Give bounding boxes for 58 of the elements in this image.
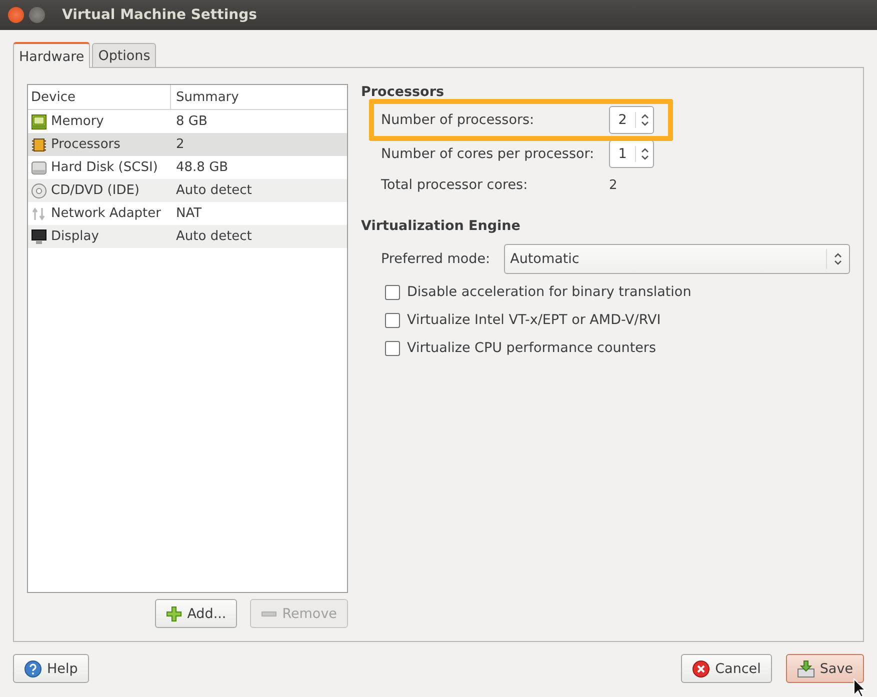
chip-icon — [31, 114, 47, 130]
tab[interactable]: Options — [92, 43, 156, 67]
help-button[interactable]: Help — [13, 654, 89, 683]
checkbox-label: Virtualize CPU performance counters — [407, 340, 656, 356]
close-button[interactable] — [8, 7, 24, 23]
spin-field[interactable]: 2 — [609, 106, 654, 134]
device-summary: NAT — [175, 206, 202, 221]
checkbox[interactable] — [385, 284, 400, 300]
column-header: Device — [28, 85, 171, 109]
device-row[interactable]: Hard Disk (SCSI) 48.8 GB — [28, 156, 347, 179]
chevron-icon — [640, 112, 650, 128]
device-name: CD/DVD (IDE) — [51, 183, 140, 198]
save-button[interactable]: Save — [786, 654, 864, 683]
device-row[interactable]: CD/DVD (IDE) Auto detect — [28, 179, 347, 202]
device-summary: 2 — [175, 137, 184, 152]
column-header: Summary — [175, 90, 239, 104]
device-summary: Auto detect — [175, 229, 252, 244]
chevron-icon — [833, 251, 843, 267]
field-value: 2 — [609, 176, 618, 194]
field-label: Preferred mode: — [381, 251, 490, 267]
checkbox[interactable] — [385, 312, 400, 328]
device-name: Hard Disk (SCSI) — [51, 160, 158, 175]
checkbox[interactable] — [385, 340, 400, 356]
checkbox-label: Virtualize Intel VT-x/EPT or AMD-V/RVI — [407, 312, 661, 328]
window-title: Virtual Machine Settings — [62, 7, 257, 23]
device-row[interactable]: Network Adapter NAT — [28, 202, 347, 225]
mode-dropdown[interactable]: Automatic — [504, 244, 850, 274]
download-icon — [796, 660, 815, 678]
disc-icon — [31, 182, 47, 198]
device-name: Display — [51, 229, 99, 244]
device-row[interactable]: Processors 2 — [28, 133, 347, 156]
monitor-icon — [31, 228, 47, 244]
arrows-icon — [31, 206, 47, 222]
close-icon — [692, 660, 710, 678]
device-row[interactable]: Memory 8 GB — [28, 110, 347, 133]
device-summary: 8 GB — [175, 114, 208, 129]
device-row[interactable]: Display Auto detect — [28, 225, 347, 248]
tab[interactable]: Hardware — [13, 42, 90, 68]
device-summary: 48.8 GB — [175, 160, 228, 175]
spin-field[interactable]: 1 — [609, 140, 654, 168]
chip-icon — [31, 136, 47, 152]
maximize-button[interactable] — [29, 7, 45, 23]
cursor-icon — [853, 678, 866, 697]
field-label: Number of processors: — [381, 112, 536, 128]
checkbox-label: Disable acceleration for binary translation — [407, 284, 692, 300]
plus-icon — [166, 606, 182, 622]
chevron-icon — [640, 146, 650, 162]
field-label: Total processor cores: — [381, 177, 529, 193]
device-name: Network Adapter — [51, 206, 161, 221]
device-name: Processors — [51, 137, 120, 152]
section-heading: Virtualization Engine — [361, 218, 522, 234]
add-button[interactable]: Add... — [155, 599, 238, 628]
help-icon — [24, 660, 42, 678]
device-summary: Auto detect — [175, 183, 252, 198]
cancel-button[interactable]: Cancel — [681, 654, 772, 683]
section-heading: Processors — [361, 84, 446, 100]
device-name: Memory — [51, 114, 104, 129]
field-label: Number of cores per processor: — [381, 146, 596, 162]
